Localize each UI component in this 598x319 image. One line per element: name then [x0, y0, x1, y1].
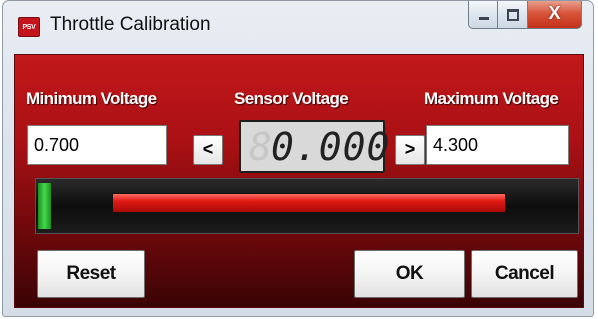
minimum-voltage-input[interactable]: 0.700 [27, 125, 167, 165]
close-icon: X [548, 3, 561, 23]
sensor-ghost-digit: 8 [249, 125, 272, 169]
calibration-panel: Minimum Voltage Sensor Voltage Maximum V… [14, 54, 584, 308]
window-title: Throttle Calibration [50, 14, 211, 35]
calibration-range-bar [112, 193, 506, 213]
minimize-button[interactable] [468, 1, 498, 29]
decrease-button[interactable]: < [193, 135, 223, 165]
ok-button[interactable]: OK [354, 250, 465, 298]
title-bar[interactable]: PSV Throttle Calibration X [3, 1, 593, 51]
app-icon: PSV [18, 17, 40, 37]
increase-button[interactable]: > [395, 135, 425, 165]
maximum-voltage-label: Maximum Voltage [424, 89, 559, 108]
window-controls: X [468, 1, 582, 31]
reset-button[interactable]: Reset [37, 250, 145, 298]
sensor-voltage-label: Sensor Voltage [234, 89, 349, 108]
sensor-level-indicator [38, 183, 51, 229]
sensor-voltage-value: 0.000 [271, 125, 391, 169]
maximize-button[interactable] [498, 1, 528, 29]
throttle-gauge [35, 178, 579, 234]
throttle-calibration-window: PSV Throttle Calibration X Minimum Volta… [2, 0, 594, 317]
cancel-button[interactable]: Cancel [471, 250, 578, 298]
close-button[interactable]: X [528, 1, 582, 29]
sensor-voltage-display: 8 0.000 [239, 120, 389, 173]
maximum-voltage-input[interactable]: 4.300 [426, 125, 569, 165]
minimum-voltage-label: Minimum Voltage [26, 89, 157, 108]
